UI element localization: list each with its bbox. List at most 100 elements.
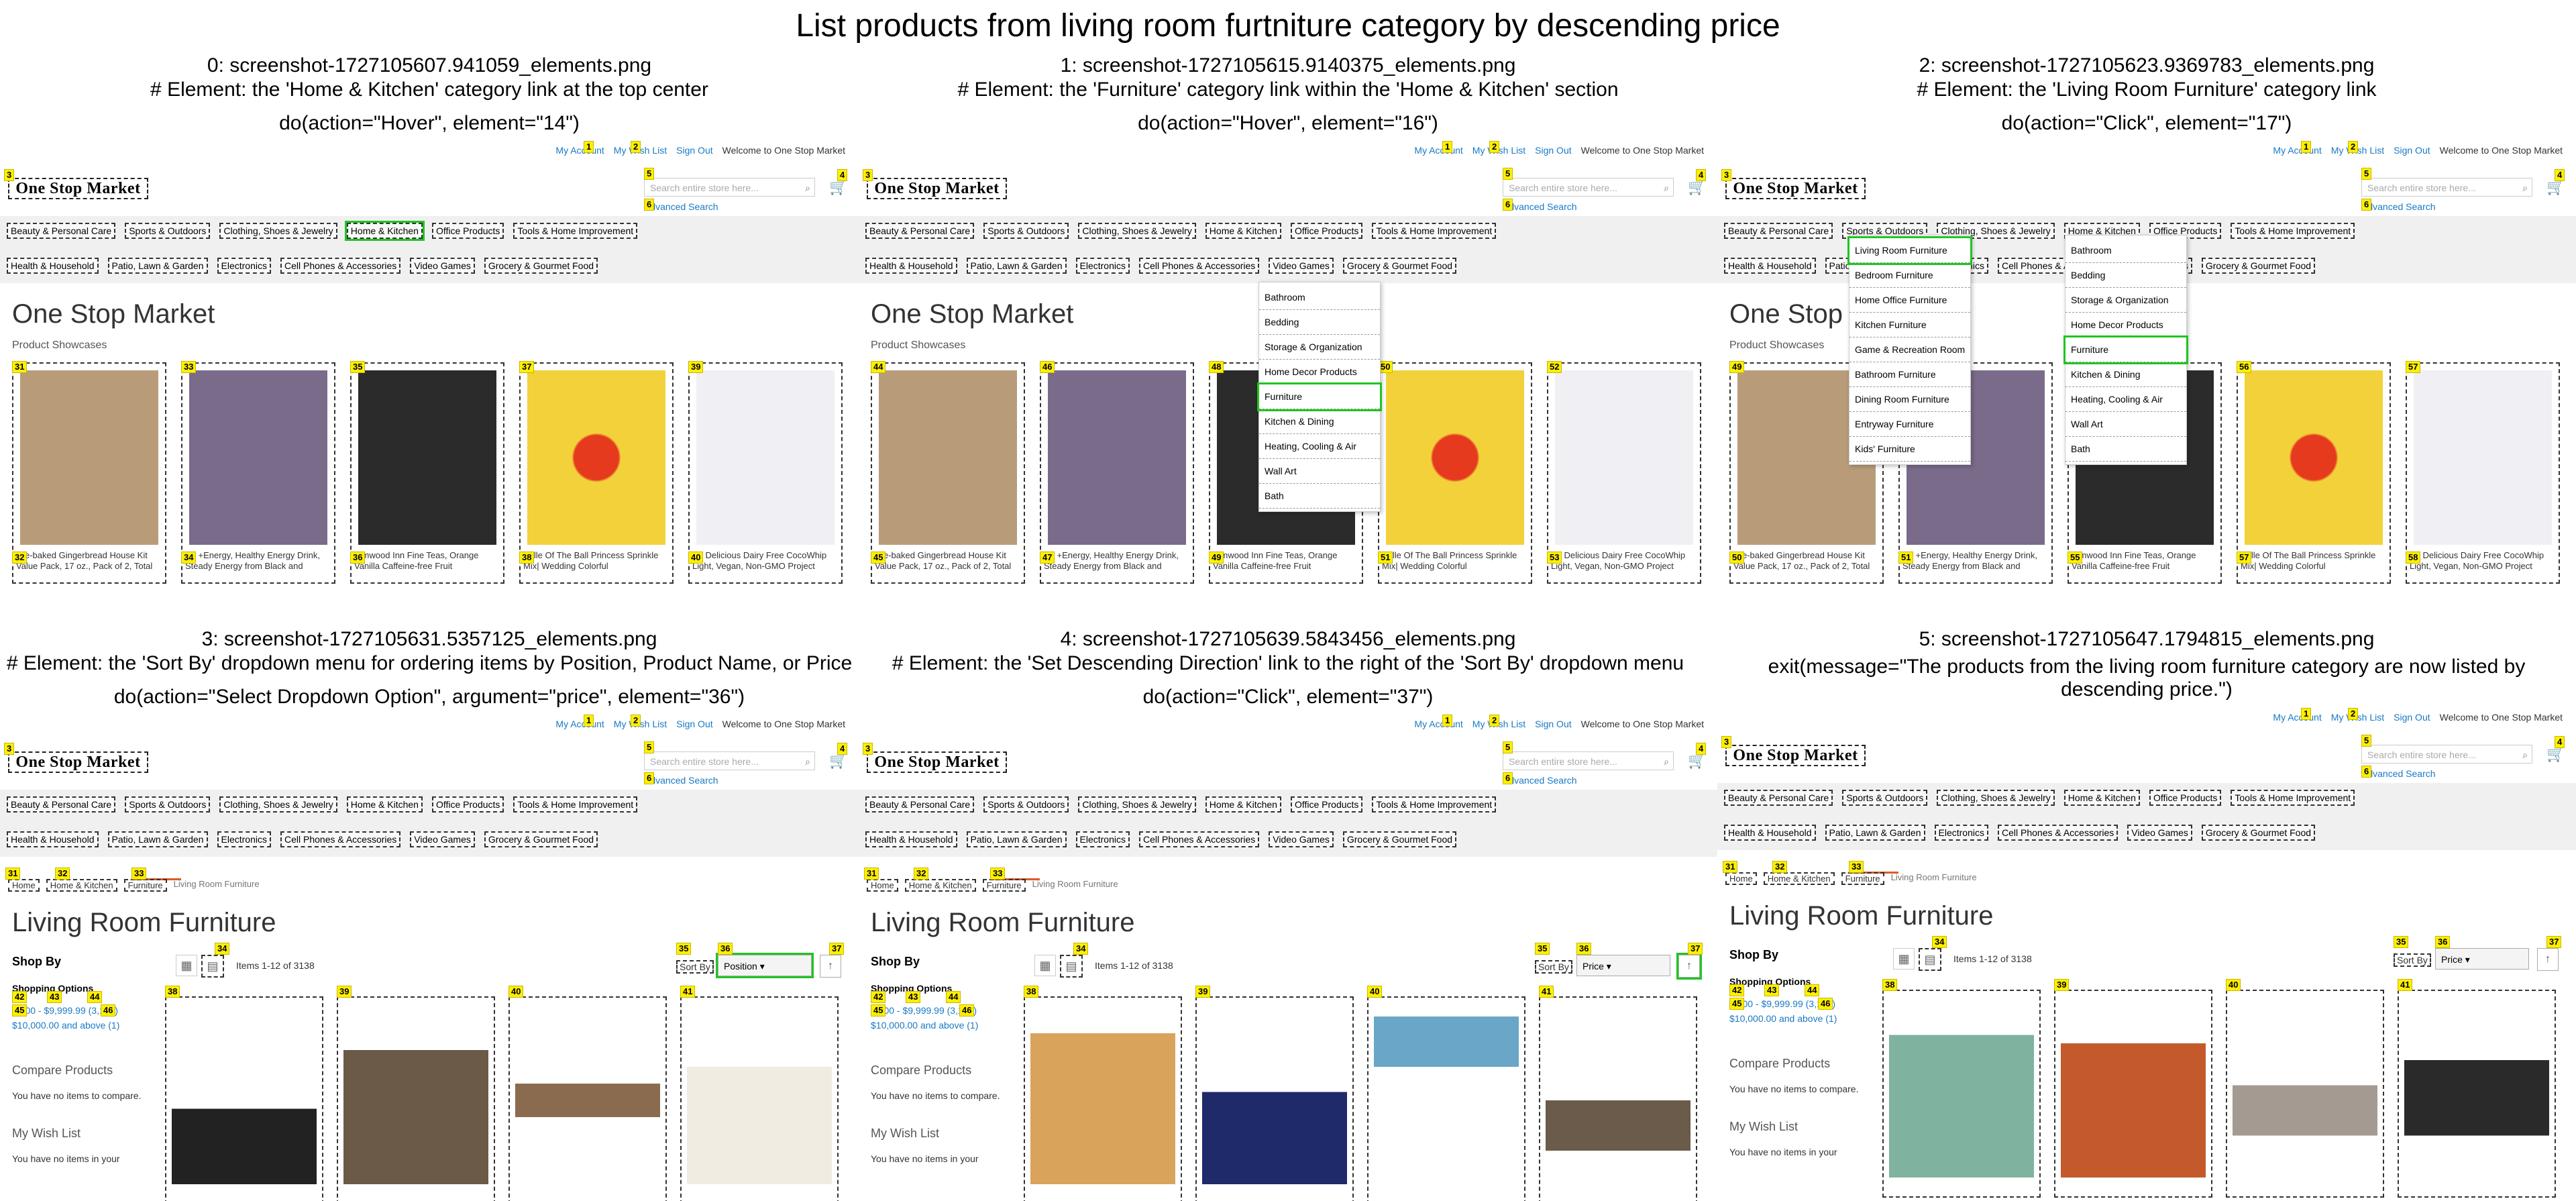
sort-direction-button[interactable]: ↑: [2537, 948, 2559, 971]
submenu-item[interactable]: Entryway Furniture: [1849, 412, 1970, 437]
nav-item[interactable]: Health & Household: [1724, 825, 1816, 841]
nav-item[interactable]: Cell Phones & Accessories: [1138, 258, 1260, 274]
furniture-image[interactable]: [1374, 1016, 1519, 1184]
submenu-item[interactable]: Bath: [2065, 437, 2186, 462]
nav-item[interactable]: Home & Kitchen: [346, 796, 423, 813]
furniture-image[interactable]: [343, 1016, 488, 1184]
submenu-item[interactable]: Living Room Furniture: [1847, 236, 1972, 265]
cocowhip-image[interactable]: [696, 370, 835, 545]
submenu-item[interactable]: Wall Art: [1259, 459, 1380, 484]
advanced-search-link[interactable]: Advanced Search: [1503, 201, 1577, 212]
product-name-link[interactable]: V8 +Energy, Healthy Energy Drink, Steady…: [1902, 550, 2050, 572]
my-account-link[interactable]: My Account: [555, 145, 604, 156]
search-input[interactable]: Search entire store here... ⌕: [1503, 178, 1674, 197]
nav-item[interactable]: Office Products: [2149, 790, 2222, 806]
breadcrumb-item[interactable]: Home: [1725, 872, 1757, 885]
price-filter-link[interactable]: $10,000.00 and above (1): [12, 1018, 119, 1033]
my-account-link[interactable]: My Account: [2273, 712, 2321, 723]
submenu-item[interactable]: Wall Art: [2065, 412, 2186, 437]
submenu-item[interactable]: Bedding: [2065, 263, 2186, 288]
nav-item[interactable]: Beauty & Personal Care: [1724, 790, 1833, 806]
nav-item[interactable]: Clothing, Shoes & Jewelry: [219, 796, 337, 813]
nav-item[interactable]: Cell Phones & Accessories: [280, 831, 401, 847]
breadcrumb-item[interactable]: Home: [8, 879, 40, 892]
product-card[interactable]: [1195, 996, 1354, 1201]
nav-item[interactable]: Health & Household: [865, 831, 957, 847]
breadcrumb-item[interactable]: Furniture: [123, 879, 167, 892]
nav-item[interactable]: Sports & Outdoors: [125, 796, 211, 813]
product-name-link[interactable]: Pre-baked Gingerbread House Kit Value Pa…: [16, 550, 164, 572]
cocowhip-image[interactable]: [1555, 370, 1693, 545]
sort-by-dropdown[interactable]: Position ▾: [716, 953, 814, 978]
nav-item[interactable]: Grocery & Gourmet Food: [1342, 831, 1457, 847]
search-icon[interactable]: ⌕: [805, 752, 810, 771]
search-input[interactable]: Search entire store here... ⌕: [2361, 745, 2532, 764]
nav-item[interactable]: Beauty & Personal Care: [1724, 223, 1833, 239]
nav-item[interactable]: Video Games: [1269, 831, 1334, 847]
product-name-link[interactable]: So Delicious Dairy Free CocoWhip Light, …: [2410, 550, 2557, 572]
furniture-image[interactable]: [687, 1016, 832, 1184]
product-name-link[interactable]: Elmwood Inn Fine Teas, Orange Vanilla Ca…: [1213, 550, 1360, 572]
store-logo[interactable]: One Stop Market: [1725, 178, 1866, 199]
product-name-link[interactable]: V8 +Energy, Healthy Energy Drink, Steady…: [185, 550, 333, 572]
product-name-link[interactable]: V8 +Energy, Healthy Energy Drink, Steady…: [1044, 550, 1191, 572]
nav-item[interactable]: Cell Phones & Accessories: [1138, 831, 1260, 847]
store-logo[interactable]: One Stop Market: [867, 178, 1007, 199]
product-name-link[interactable]: Pre-baked Gingerbread House Kit Value Pa…: [875, 550, 1022, 572]
nav-item[interactable]: Grocery & Gourmet Food: [484, 258, 598, 274]
sign-out-link[interactable]: Sign Out: [1535, 145, 1571, 156]
nav-item[interactable]: Tools & Home Improvement: [2231, 223, 2355, 239]
product-name-link[interactable]: So Delicious Dairy Free CocoWhip Light, …: [692, 550, 840, 572]
nav-item[interactable]: Home & Kitchen: [1205, 223, 1281, 239]
list-view-icon[interactable]: ▤: [1919, 948, 1941, 971]
product-name-link[interactable]: Belle Of The Ball Princess Sprinkle Mix|…: [2241, 550, 2388, 572]
submenu-item[interactable]: Game & Recreation Room: [1849, 337, 1970, 362]
submenu-item[interactable]: Kitchen Furniture: [1849, 313, 1970, 337]
nav-item[interactable]: Video Games: [410, 831, 475, 847]
nav-item[interactable]: Clothing, Shoes & Jewelry: [1078, 796, 1196, 813]
furniture-image[interactable]: [172, 1016, 317, 1184]
product-card[interactable]: Elmwood Inn Fine Teas, Orange Vanilla Ca…: [350, 362, 504, 584]
submenu-item[interactable]: Kitchen & Dining: [1259, 409, 1380, 434]
submenu-item[interactable]: Storage & Organization: [1259, 335, 1380, 360]
search-icon[interactable]: ⌕: [2522, 745, 2528, 764]
nav-item[interactable]: Sports & Outdoors: [983, 796, 1069, 813]
grid-view-icon[interactable]: ▦: [1893, 948, 1915, 970]
product-card[interactable]: V8 +Energy, Healthy Energy Drink, Steady…: [1040, 362, 1194, 584]
submenu-item[interactable]: Bathroom: [2065, 238, 2186, 263]
nav-item[interactable]: Beauty & Personal Care: [865, 223, 975, 239]
sprinkle-mix-image[interactable]: [2245, 370, 2383, 545]
sprinkle-mix-image[interactable]: [527, 370, 665, 545]
product-card[interactable]: [680, 996, 839, 1201]
product-name-link[interactable]: Elmwood Inn Fine Teas, Orange Vanilla Ca…: [354, 550, 502, 572]
submenu-item[interactable]: Storage & Organization: [2065, 288, 2186, 313]
nav-item[interactable]: Clothing, Shoes & Jewelry: [1937, 790, 2055, 806]
search-icon[interactable]: ⌕: [1664, 178, 1669, 197]
product-card[interactable]: Pre-baked Gingerbread House Kit Value Pa…: [12, 362, 166, 584]
product-card[interactable]: [2226, 990, 2384, 1198]
sign-out-link[interactable]: Sign Out: [676, 145, 712, 156]
nav-item[interactable]: Cell Phones & Accessories: [280, 258, 401, 274]
nav-item[interactable]: Electronics: [217, 831, 271, 847]
nav-item[interactable]: Health & Household: [7, 831, 99, 847]
submenu-item[interactable]: Kitchen & Dining: [2065, 362, 2186, 387]
nav-item[interactable]: Clothing, Shoes & Jewelry: [219, 223, 337, 239]
nav-item[interactable]: Patio, Lawn & Garden: [966, 831, 1067, 847]
breadcrumb-item[interactable]: Home: [867, 879, 898, 892]
my-account-link[interactable]: My Account: [1414, 719, 1462, 729]
product-card[interactable]: [2398, 990, 2556, 1198]
nav-item[interactable]: Video Games: [1269, 258, 1334, 274]
product-card[interactable]: [508, 996, 667, 1201]
grid-view-icon[interactable]: ▦: [176, 955, 197, 976]
nav-item[interactable]: Grocery & Gourmet Food: [484, 831, 598, 847]
product-card[interactable]: [1882, 990, 2041, 1198]
nav-item[interactable]: Health & Household: [7, 258, 99, 274]
nav-item[interactable]: Electronics: [1934, 825, 1988, 841]
nav-item[interactable]: Sports & Outdoors: [125, 223, 211, 239]
submenu-item[interactable]: Bedding: [1259, 310, 1380, 335]
furniture-image[interactable]: [1546, 1016, 1690, 1184]
furniture-image[interactable]: [2233, 1010, 2377, 1178]
gingerbread-kit-image[interactable]: [879, 370, 1017, 545]
breadcrumb-item[interactable]: Home & Kitchen: [1763, 872, 1835, 885]
nav-item[interactable]: Tools & Home Improvement: [1372, 796, 1497, 813]
